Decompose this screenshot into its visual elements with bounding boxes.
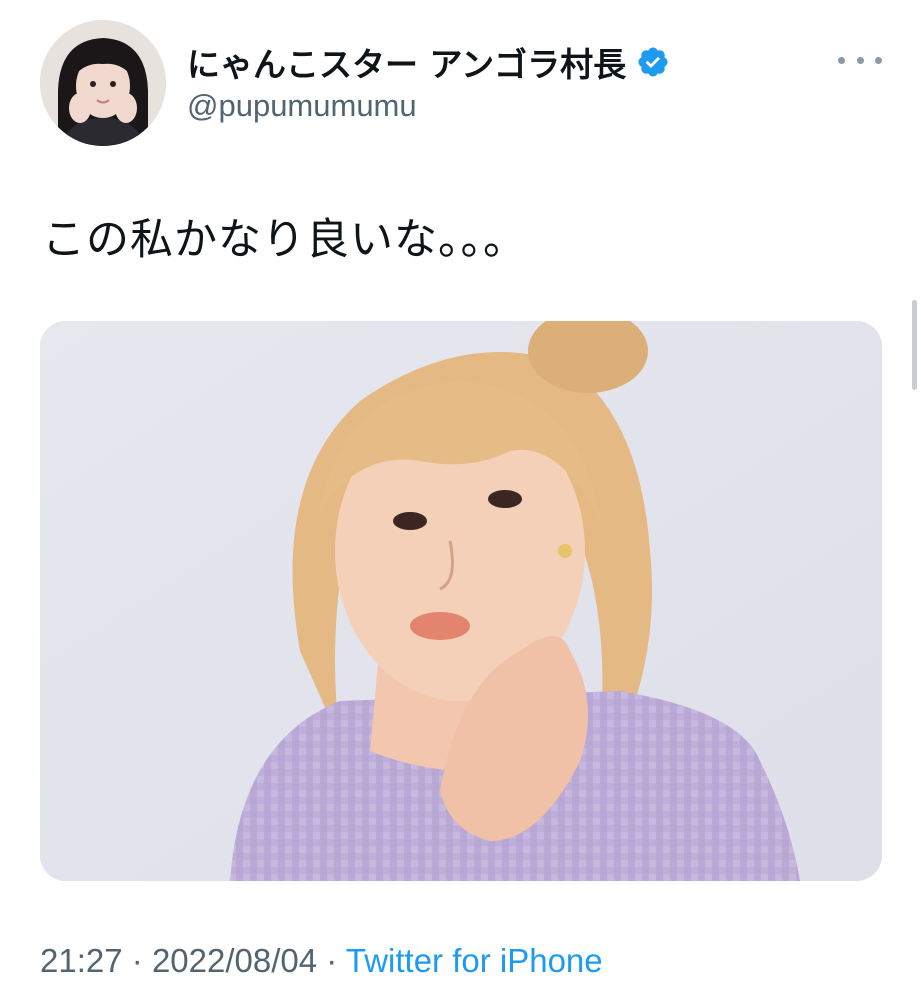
tweet-meta: 21:27 · 2022/08/04 · Twitter for iPhone: [40, 942, 603, 980]
tweet-source-link[interactable]: Twitter for iPhone: [346, 942, 603, 979]
more-options-icon[interactable]: [838, 48, 882, 72]
meta-separator: ·: [131, 942, 143, 979]
tweet-text: この私かなり良いな。。。: [42, 215, 527, 265]
avatar[interactable]: [40, 20, 166, 146]
more-dot: [875, 56, 882, 64]
display-name[interactable]: にゃんこスター アンゴラ村長: [187, 38, 626, 86]
author-handle[interactable]: @pupumumumu: [187, 88, 417, 124]
verified-badge-icon: [636, 45, 670, 79]
tweet-photo[interactable]: [40, 321, 882, 881]
more-dot: [838, 56, 845, 64]
scrollbar[interactable]: [912, 300, 917, 390]
tweet-date[interactable]: 2022/08/04: [152, 942, 317, 979]
author-name-row[interactable]: にゃんこスター アンゴラ村長: [187, 38, 670, 86]
more-dot: [856, 56, 864, 64]
meta-separator: ·: [326, 942, 338, 979]
tweet-time[interactable]: 21:27: [40, 942, 123, 979]
